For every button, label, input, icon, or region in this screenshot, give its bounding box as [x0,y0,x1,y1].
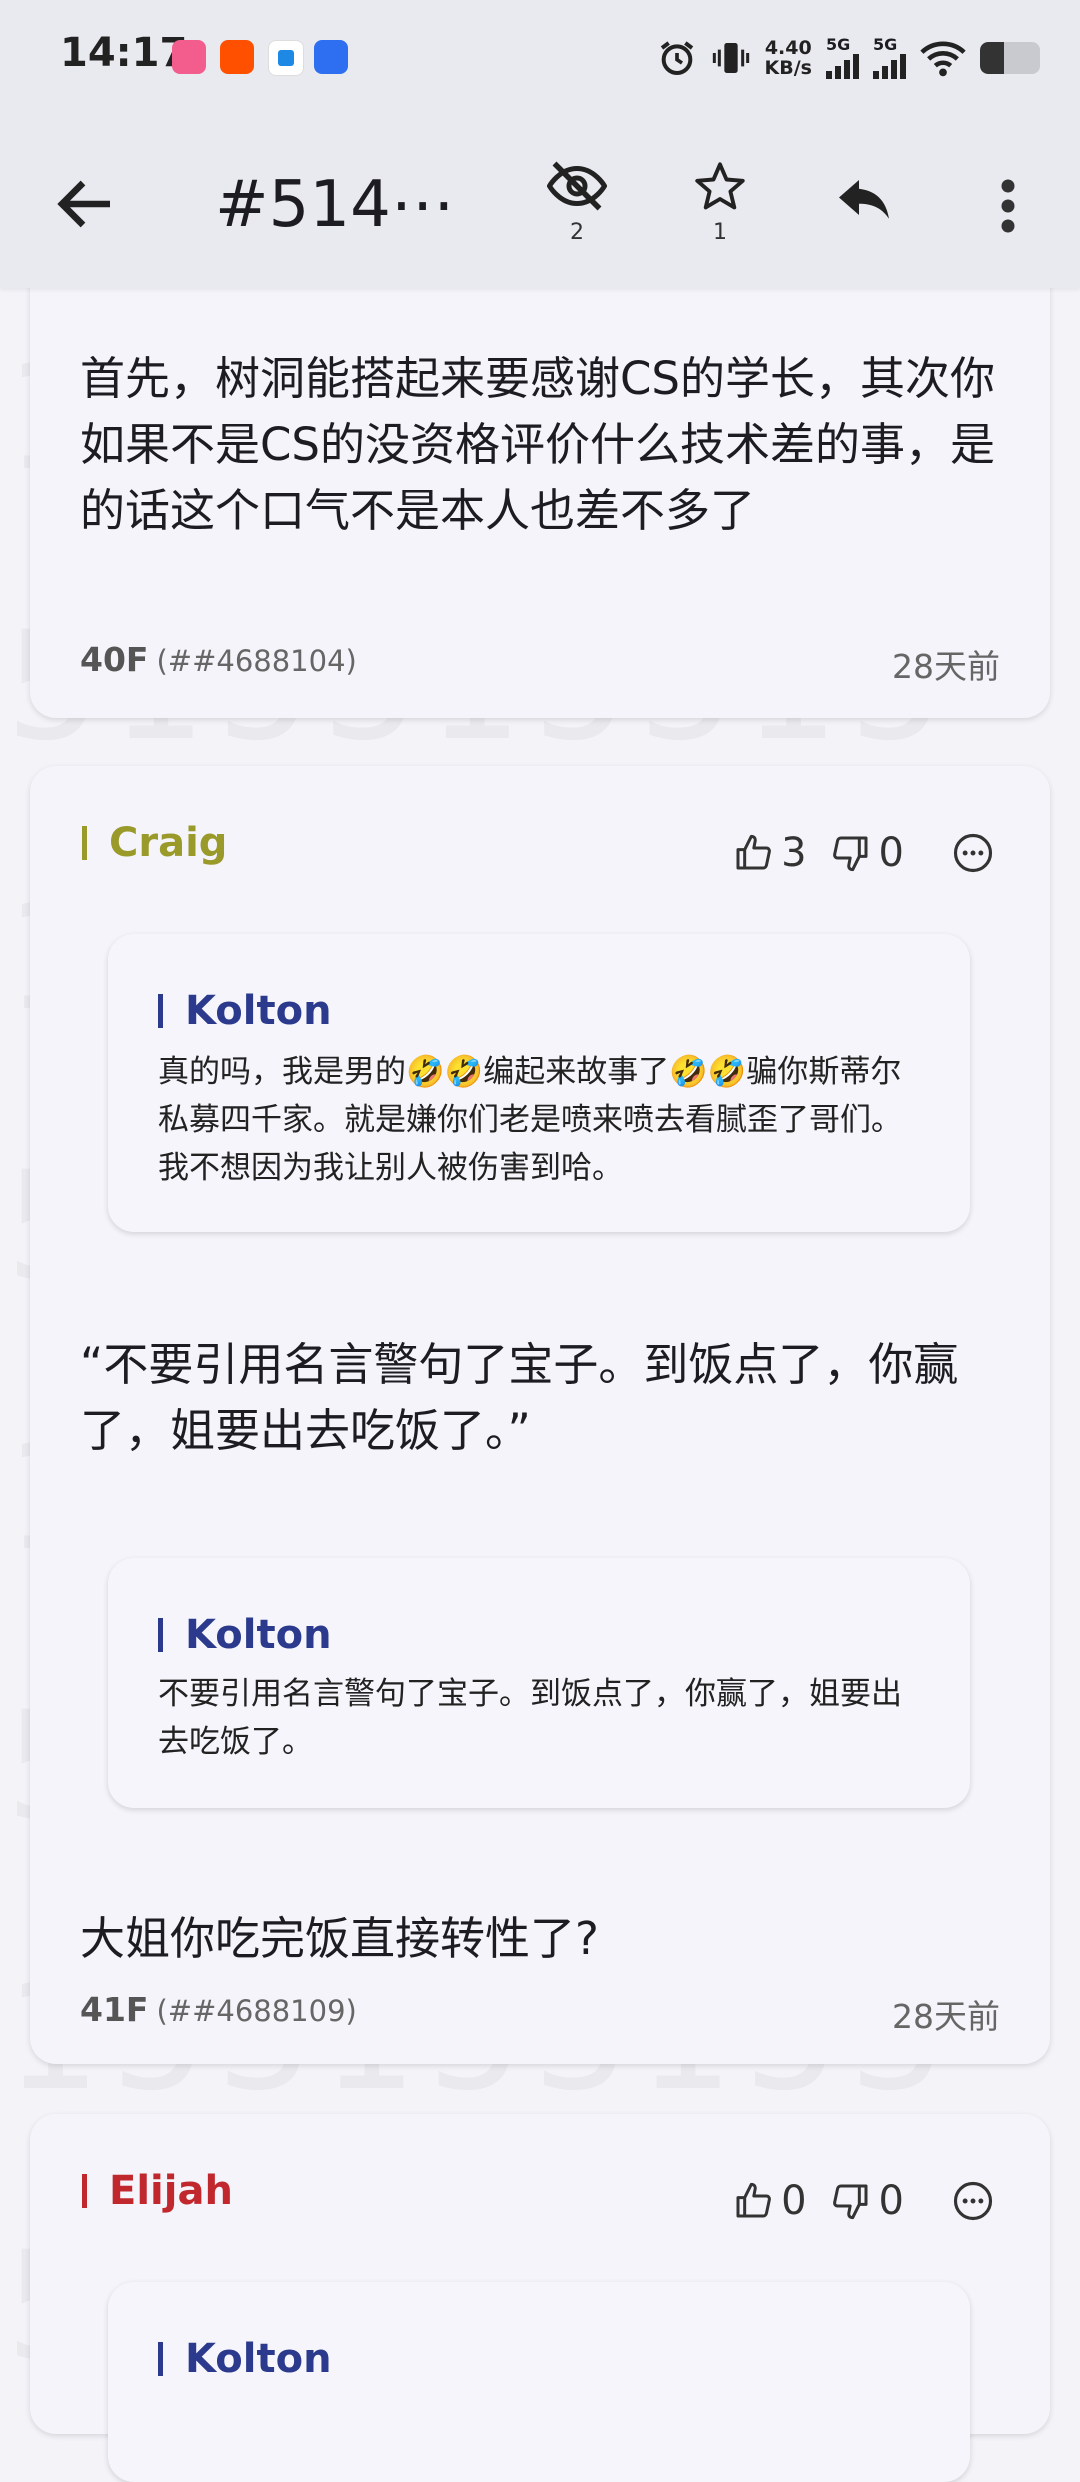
like-button[interactable]: 0 [733,2178,807,2224]
quoted-comment[interactable]: Kolton [108,2282,970,2482]
post-time: 28天前 [892,647,1000,686]
vibrate-icon [712,43,749,73]
dislike-count: 0 [878,2178,904,2224]
dislike-button[interactable]: 0 [831,2178,904,2224]
status-bar: 14:17 4.40 KB/s 5G 5G [0,0,1080,120]
hide-button[interactable]: 2 [537,160,617,260]
thumbs-down-icon [832,2184,868,2220]
thumbs-down-icon [832,836,868,872]
more-horiz-icon[interactable] [952,2180,994,2222]
quoted-author: Kolton [158,1612,332,1658]
star-count: 1 [713,220,727,245]
reply-icon[interactable] [834,172,894,228]
quoted-author: Kolton [158,988,332,1034]
eye-off-icon [546,161,608,211]
comment-author: Elijah [82,2168,233,2214]
favorite-button[interactable]: 1 [680,160,760,260]
quoted-text: 不要引用名言警句了宝子。到饭点了，你赢了，姐要出去吃饭了。 [158,1676,902,1760]
comment-text: “不要引用名言警句了宝子。到饭点了，你赢了，姐要出去吃饭了。” [80,1338,959,1457]
comment-author: Craig [82,820,227,866]
messaging-app-icon [268,40,304,76]
hellobike-app-icon [314,40,348,74]
alarm-icon [660,41,693,75]
more-vert-icon[interactable] [990,176,1026,236]
thumbs-up-icon [736,834,771,870]
taobao-app-icon [220,40,254,74]
comment-card: Elijah 0 0 Kolton [30,2114,1050,2482]
star-icon [695,162,745,210]
back-arrow-icon[interactable] [50,168,122,240]
quoted-comment[interactable]: Kolton 真的吗，我是男的🤣🤣编起来故事了🤣🤣骗你斯蒂尔私募四千家。就是嫌你… [108,934,970,1232]
like-button[interactable]: 3 [733,830,807,876]
page-title: #514⋯ [215,168,455,242]
comment-card: Craig 3 0 Kolton 真的吗，我是男的🤣🤣编起来故事了🤣🤣骗你斯蒂尔… [30,766,1050,2064]
comment-text: 首先，树洞能搭起来要感谢CS的学长，其次你如果不是CS的没资格评价什么技术差的事… [80,352,995,537]
post-time: 28天前 [892,1997,1000,2036]
floor-label: 40F (##4688104) [80,640,357,679]
dislike-button[interactable]: 0 [831,830,904,876]
network-speed: 4.40 KB/s [764,37,812,79]
status-time: 14:17 [60,30,188,76]
floor-label: 41F (##4688109) [80,1990,357,2029]
hide-count: 2 [570,220,584,245]
quoted-text: 真的吗，我是男的🤣🤣编起来故事了🤣🤣骗你斯蒂尔私募四千家。就是嫌你们老是喷来喷去… [158,1054,902,1186]
vote-controls: 0 0 [733,2178,994,2224]
vote-controls: 3 0 [733,830,994,876]
thumbs-up-icon [736,2182,771,2218]
bilibili-app-icon [172,40,206,74]
quoted-author: Kolton [158,2336,332,2382]
signal-sim2-icon: 5G [873,37,906,79]
like-count: 3 [781,830,807,876]
dislike-count: 0 [878,830,904,876]
more-horiz-icon[interactable] [952,832,994,874]
battery-icon [980,42,1040,74]
quoted-comment[interactable]: Kolton 不要引用名言警句了宝子。到饭点了，你赢了，姐要出去吃饭了。 [108,1558,970,1808]
wifi-icon [920,41,966,77]
signal-sim1-icon: 5G [826,37,859,79]
comment-text: 大姐你吃完饭直接转性了? [80,1912,599,1965]
like-count: 0 [781,2178,807,2224]
top-app-bar: #514⋯ 2 1 [0,120,1080,288]
